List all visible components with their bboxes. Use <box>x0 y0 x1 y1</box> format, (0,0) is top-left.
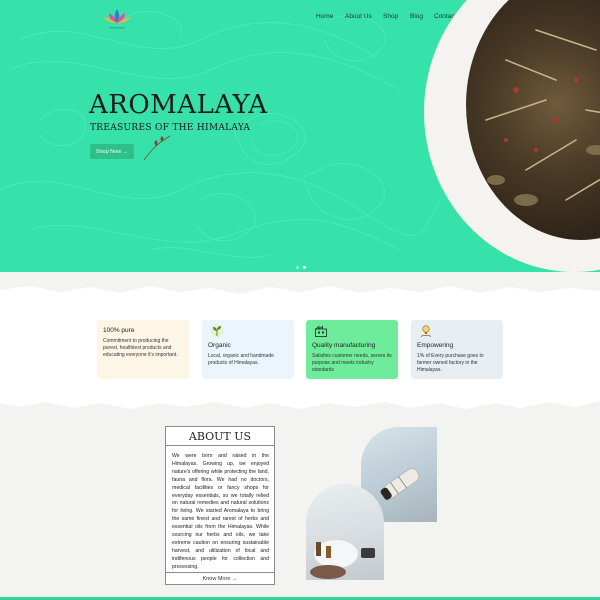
about-title: ABOUT US <box>166 427 274 446</box>
feature-title: Organic <box>208 342 231 349</box>
logo-text: Aromalaya <box>109 26 125 30</box>
nav-home[interactable]: Home <box>316 13 333 20</box>
feature-title: Quality manufacturing <box>312 342 376 349</box>
torn-paper-divider <box>0 272 600 308</box>
torn-paper-divider-2 <box>0 393 600 409</box>
hero-subtitle: TREASURES OF THE HIMALAYA <box>90 123 251 133</box>
about-us-box: ABOUT US We were born and raised in the … <box>165 426 275 585</box>
brand-logo[interactable]: Aromalaya <box>100 6 134 30</box>
about-text: We were born and raised in the Himalayas… <box>172 453 269 570</box>
feature-text: Commitment to producing the purest, heal… <box>103 338 178 358</box>
feature-text: 1% of Every purchase goes to farmer owne… <box>417 353 484 373</box>
feature-text: Local, organic and handmade products of … <box>208 353 274 366</box>
lightbulb-hand-icon <box>420 325 432 337</box>
lotus-logo-icon: Aromalaya <box>103 9 131 30</box>
nav-about-us[interactable]: About Us <box>345 13 372 20</box>
nav-blog[interactable]: Blog <box>410 13 423 20</box>
feature-card-quality: Quality manufacturing Satisfies customer… <box>306 320 398 379</box>
features-section <box>0 306 600 400</box>
crystal-oil-image <box>306 484 384 580</box>
feature-card-pure: 100% pure Commitment to producing the pu… <box>97 320 189 379</box>
nav-shop[interactable]: Shop <box>383 13 398 20</box>
herb-sprig-icon <box>143 135 171 161</box>
factory-icon <box>315 325 327 337</box>
feature-text: Satisfies customer needs, serves its pur… <box>312 353 392 373</box>
shop-now-button[interactable]: Shop Now → <box>90 144 134 159</box>
hero-title: AROMALAYA <box>89 90 268 120</box>
feature-card-empowering: Empowering 1% of Every purchase goes to … <box>411 320 503 379</box>
hero-banner: Aromalaya Home About Us Shop Blog Contac… <box>0 0 600 272</box>
herb-icon <box>210 324 224 338</box>
feature-title: 100% pure <box>103 327 135 334</box>
know-more-button[interactable]: Know More → <box>166 572 274 584</box>
feature-title: Empowering <box>417 342 454 349</box>
feature-card-organic: Organic Local, organic and handmade prod… <box>202 320 294 379</box>
